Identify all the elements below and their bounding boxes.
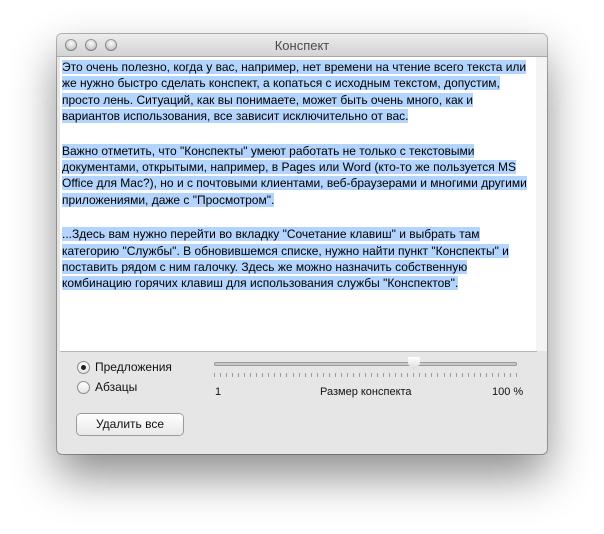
slider-ticks: [214, 373, 517, 379]
radio-sentences-label: Предложения: [95, 360, 172, 374]
summary-window: Конспект Это очень полезно, когда у вас,…: [57, 34, 547, 454]
slider-tick: [244, 373, 245, 377]
slider-tick: [492, 373, 493, 377]
slider-tick: [504, 373, 505, 377]
radio-paragraphs[interactable]: Абзацы: [77, 379, 137, 395]
radio-paragraphs-button[interactable]: [77, 380, 90, 394]
slider-tick: [256, 373, 257, 377]
summary-paragraph-2: Важно отметить, что "Конспекты" умеют ра…: [62, 143, 527, 207]
slider-tick: [462, 373, 463, 377]
summary-size-slider[interactable]: [214, 362, 517, 366]
summary-paragraph-1: Это очень полезно, когда у вас, например…: [62, 60, 527, 124]
slider-tick: [341, 373, 342, 377]
slider-tick: [456, 373, 457, 377]
slider-tick: [444, 373, 445, 377]
slider-tick: [220, 373, 221, 377]
slider-tick: [274, 373, 275, 377]
slider-tick: [498, 373, 499, 377]
slider-min-label: 1: [215, 386, 222, 398]
slider-tick: [293, 373, 294, 377]
radio-paragraphs-label: Абзацы: [95, 380, 138, 394]
clear-all-button[interactable]: Удалить все: [77, 414, 183, 435]
slider-tick: [450, 373, 451, 377]
slider-tick: [305, 373, 306, 377]
slider-tick: [395, 373, 396, 377]
slider-tick: [365, 373, 366, 377]
slider-tick: [425, 373, 426, 377]
slider-caption: Размер конспекта: [320, 386, 412, 398]
slider-tick: [286, 373, 287, 377]
slider-tick: [431, 373, 432, 377]
slider-tick: [480, 373, 481, 377]
slider-tick: [510, 373, 511, 377]
slider-tick: [401, 373, 402, 377]
slider-tick: [353, 373, 354, 377]
slider-tick: [250, 373, 251, 377]
summary-paragraph-3: ...Здесь вам нужно перейти во вкладку "С…: [62, 227, 509, 291]
slider-tick: [413, 373, 414, 377]
slider-max-label: 100 %: [492, 386, 524, 398]
slider-tick: [371, 373, 372, 377]
slider-tick: [377, 373, 378, 377]
slider-tick: [238, 373, 239, 377]
vertical-scrollbar[interactable]: [536, 57, 547, 351]
summary-text-area[interactable]: Это очень полезно, когда у вас, например…: [60, 57, 537, 352]
slider-tick: [311, 373, 312, 377]
slider-tick: [268, 373, 269, 377]
slider-tick: [299, 373, 300, 377]
slider-tick: [516, 373, 517, 377]
slider-tick: [280, 373, 281, 377]
slider-tick: [437, 373, 438, 377]
slider-tick: [323, 373, 324, 377]
slider-tick: [383, 373, 384, 377]
slider-tick: [359, 373, 360, 377]
slider-tick: [389, 373, 390, 377]
slider-tick: [335, 373, 336, 377]
slider-tick: [468, 373, 469, 377]
window-title: Конспект: [274, 38, 330, 53]
slider-tick: [262, 373, 263, 377]
slider-tick: [407, 373, 408, 377]
title-bar[interactable]: Конспект: [57, 34, 547, 57]
radio-sentences-button[interactable]: [77, 360, 90, 374]
slider-tick: [214, 373, 215, 377]
slider-tick: [329, 373, 330, 377]
slider-tick: [419, 373, 420, 377]
slider-knob-icon[interactable]: [407, 357, 420, 370]
slider-tick: [226, 373, 227, 377]
slider-tick: [317, 373, 318, 377]
slider-tick: [347, 373, 348, 377]
slider-tick: [232, 373, 233, 377]
slider-tick: [474, 373, 475, 377]
radio-sentences[interactable]: Предложения: [77, 359, 172, 375]
slider-tick: [486, 373, 487, 377]
